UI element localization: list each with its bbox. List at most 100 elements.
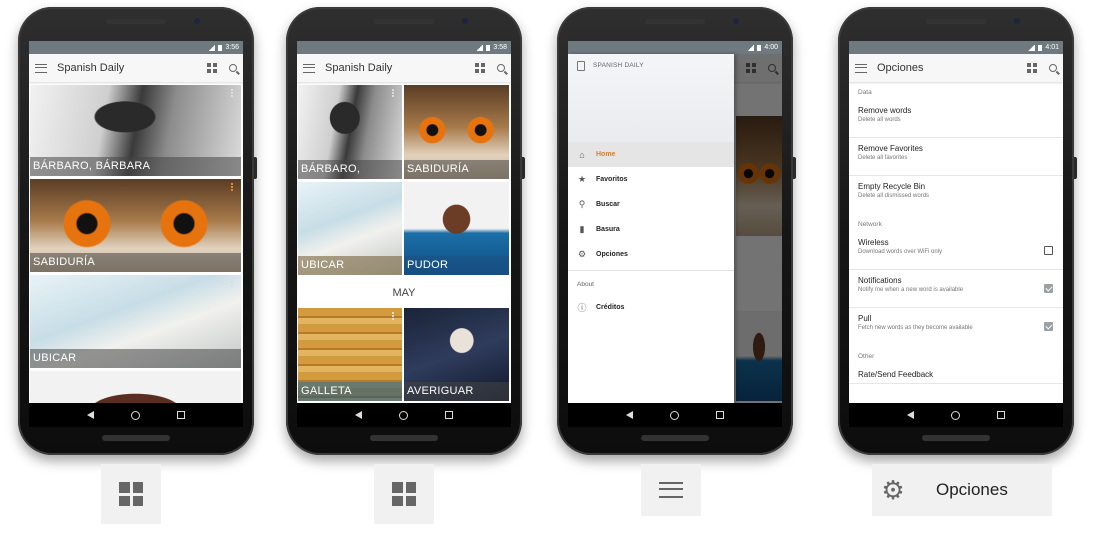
grid-view-icon[interactable] bbox=[207, 63, 217, 73]
grid-view-icon[interactable] bbox=[475, 63, 485, 73]
phone-2: 3:58 Spanish Daily BÁRBARO, SABIDURÍA UB… bbox=[286, 7, 525, 455]
search-icon: ⚲ bbox=[578, 199, 586, 209]
power-button bbox=[254, 157, 257, 179]
system-nav-bar bbox=[29, 403, 243, 427]
menu-icon[interactable] bbox=[855, 63, 867, 73]
pref-summary: Delete all favorites bbox=[858, 155, 908, 161]
drawer-app-name: SPANISH DAILY bbox=[593, 62, 644, 69]
overflow-menu-icon[interactable] bbox=[231, 279, 233, 281]
word-label: PUDOR bbox=[404, 256, 509, 275]
phone-4: 4:01 Opciones Data Remove words Delete a… bbox=[838, 7, 1077, 455]
drawer-item-favoritos[interactable]: ★ Favoritos bbox=[568, 167, 734, 192]
word-label: SABIDURÍA bbox=[30, 253, 241, 272]
speaker-grille bbox=[641, 435, 709, 441]
pref-wireless[interactable]: Wireless Download words over WiFi only bbox=[849, 232, 1063, 270]
phone-1: 3:56 Spanish Daily BÁRBARO, BÁRBARA SABI… bbox=[18, 7, 257, 455]
scrim[interactable] bbox=[734, 54, 782, 403]
drawer-item-creditos[interactable]: ⓘ Créditos bbox=[568, 295, 734, 320]
system-nav-bar bbox=[568, 403, 782, 427]
signal-icon bbox=[747, 44, 755, 51]
word-card[interactable]: SABIDURÍA bbox=[30, 179, 241, 272]
pull-checkbox[interactable] bbox=[1044, 322, 1053, 331]
search-icon[interactable] bbox=[1049, 64, 1057, 72]
drawer-item-label: Buscar bbox=[596, 201, 620, 208]
word-card[interactable]: GALLETA bbox=[298, 308, 402, 401]
month-section-header: MAY bbox=[392, 287, 416, 299]
app-toolbar: Opciones bbox=[849, 54, 1063, 82]
grid-icon-tile-2 bbox=[374, 464, 434, 524]
word-card[interactable]: UBICAR bbox=[30, 275, 241, 368]
status-time: 3:58 bbox=[493, 44, 507, 51]
category-other: Other bbox=[858, 353, 875, 360]
drawer-item-label: Home bbox=[596, 151, 616, 158]
home-button-icon[interactable] bbox=[398, 410, 408, 420]
overflow-menu-icon[interactable] bbox=[231, 183, 233, 185]
speaker-grille bbox=[102, 435, 170, 441]
drawer-section-about: About bbox=[577, 281, 594, 288]
status-time: 3:56 bbox=[225, 44, 239, 51]
pref-notifications[interactable]: Notifications Notify me when a new word … bbox=[849, 270, 1063, 308]
word-label: GALLETA bbox=[298, 382, 402, 401]
pref-title: Notifications bbox=[858, 276, 902, 285]
drawer-item-opciones[interactable]: ⚙ Opciones bbox=[568, 242, 734, 267]
front-camera bbox=[462, 18, 468, 24]
back-icon[interactable] bbox=[355, 411, 363, 419]
speaker-grille bbox=[645, 19, 705, 24]
opciones-tile: ⚙ Opciones bbox=[872, 464, 1052, 516]
star-icon: ★ bbox=[577, 174, 587, 184]
recents-icon[interactable] bbox=[444, 411, 453, 419]
status-time: 4:01 bbox=[1045, 44, 1059, 51]
home-button-icon[interactable] bbox=[130, 410, 140, 420]
front-camera bbox=[1014, 18, 1020, 24]
pref-empty-recycle-bin[interactable]: Empty Recycle Bin Delete all dismissed w… bbox=[849, 176, 1063, 214]
pref-pull[interactable]: Pull Fetch new words as they become avai… bbox=[849, 308, 1063, 346]
front-camera bbox=[733, 18, 739, 24]
notifications-checkbox[interactable] bbox=[1044, 284, 1053, 293]
trash-icon: ▮ bbox=[579, 224, 585, 234]
overflow-menu-icon[interactable] bbox=[392, 186, 394, 188]
recents-icon[interactable] bbox=[715, 411, 724, 419]
overflow-menu-icon[interactable] bbox=[392, 312, 394, 314]
menu-icon[interactable] bbox=[35, 63, 47, 73]
pref-remove-favorites[interactable]: Remove Favorites Delete all favorites bbox=[849, 138, 1063, 176]
drawer-item-home[interactable]: ⌂ Home bbox=[568, 142, 734, 167]
overflow-menu-icon[interactable] bbox=[231, 89, 233, 91]
drawer-item-basura[interactable]: ▮ Basura bbox=[568, 217, 734, 242]
search-icon[interactable] bbox=[229, 64, 237, 72]
pref-rate-feedback[interactable]: Rate/Send Feedback bbox=[849, 364, 1063, 384]
recents-icon[interactable] bbox=[996, 411, 1005, 419]
speaker-grille bbox=[106, 19, 166, 24]
menu-icon[interactable] bbox=[303, 63, 315, 73]
front-camera bbox=[194, 18, 200, 24]
overflow-menu-icon[interactable] bbox=[392, 89, 394, 91]
back-icon[interactable] bbox=[87, 411, 95, 419]
back-icon[interactable] bbox=[626, 411, 634, 419]
word-card[interactable]: AVERIGUAR bbox=[404, 308, 509, 401]
drawer-item-buscar[interactable]: ⚲ Buscar bbox=[568, 192, 734, 217]
word-label: SABIDURÍA bbox=[404, 160, 509, 179]
back-icon[interactable] bbox=[907, 411, 915, 419]
word-card[interactable]: BÁRBARO, bbox=[298, 85, 402, 179]
power-button bbox=[522, 157, 525, 179]
pref-summary: Download words over WiFi only bbox=[858, 249, 943, 255]
word-card[interactable]: SABIDURÍA bbox=[404, 85, 509, 179]
wireless-checkbox[interactable] bbox=[1044, 246, 1053, 255]
word-card[interactable]: BÁRBARO, BÁRBARA bbox=[30, 85, 241, 176]
gear-icon: ⚙ bbox=[881, 475, 905, 505]
search-icon[interactable] bbox=[497, 64, 505, 72]
grid-view-icon[interactable] bbox=[1027, 63, 1037, 73]
signal-icon bbox=[208, 44, 216, 51]
word-label: BÁRBARO, bbox=[298, 160, 402, 179]
pref-remove-words[interactable]: Remove words Delete all words bbox=[849, 100, 1063, 138]
recents-icon[interactable] bbox=[176, 411, 185, 419]
home-button-icon[interactable] bbox=[669, 410, 679, 420]
app-toolbar: Spanish Daily bbox=[297, 54, 511, 82]
drawer-item-label: Opciones bbox=[596, 251, 628, 258]
word-card[interactable]: UBICAR bbox=[298, 182, 402, 275]
signal-icon bbox=[476, 44, 484, 51]
screen-1: 3:56 Spanish Daily BÁRBARO, BÁRBARA SABI… bbox=[29, 41, 243, 427]
grid-view-icon bbox=[392, 482, 416, 506]
speaker-grille bbox=[926, 19, 986, 24]
home-button-icon[interactable] bbox=[950, 410, 960, 420]
word-card[interactable]: PUDOR bbox=[404, 182, 509, 275]
